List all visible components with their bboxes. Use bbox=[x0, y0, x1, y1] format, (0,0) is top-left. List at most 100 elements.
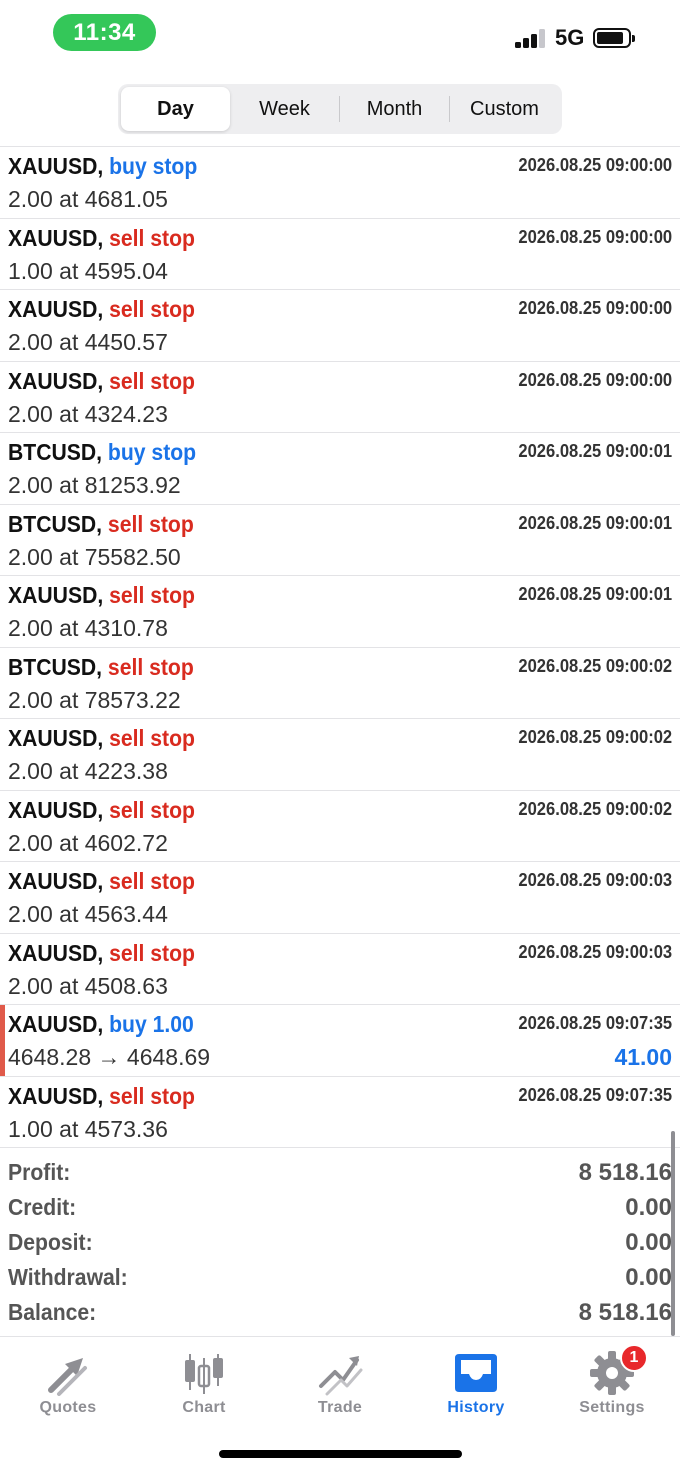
order-symbol: XAUUSD bbox=[8, 796, 98, 823]
order-symbol: XAUUSD bbox=[8, 725, 98, 751]
order-time: 2026.08.25 09:07:35 bbox=[518, 1084, 672, 1105]
history-row[interactable]: XAUUSD, buy stop 2026.08.25 09:00:00 2.00 … bbox=[0, 147, 680, 219]
tab-label: Chart bbox=[182, 1399, 226, 1416]
order-detail: 2.00 at 4508.63 bbox=[8, 972, 168, 999]
history-row[interactable]: XAUUSD, sell stop 2026.08.25 09:00:00 2.00… bbox=[0, 362, 680, 433]
history-list: XAUUSD, buy stop 2026.08.25 09:00:00 2.00 … bbox=[0, 146, 680, 1148]
order-direction: sell stop bbox=[109, 868, 195, 894]
summary-credit-row: Credit: 0.00 bbox=[0, 1192, 680, 1227]
period-tab-custom[interactable]: Custom bbox=[450, 87, 559, 131]
history-row[interactable]: BTCUSD, sell stop 2026.08.25 09:00:01 2.00… bbox=[0, 505, 680, 576]
order-symbol: XAUUSD bbox=[8, 868, 98, 894]
order-title: XAUUSD, sell stop bbox=[8, 797, 195, 824]
history-row[interactable]: XAUUSD, sell stop 2026.08.25 09:00:00 1.00… bbox=[0, 219, 680, 290]
tab-settings[interactable]: Settings 1 bbox=[544, 1338, 680, 1428]
order-detail: 2.00 at 4310.78 bbox=[8, 615, 168, 641]
chart-icon bbox=[185, 1354, 223, 1394]
order-time: 2026.08.25 09:00:01 bbox=[518, 441, 672, 461]
history-row[interactable]: XAUUSD, sell stop 2026.08.25 09:00:02 2.00… bbox=[0, 791, 680, 862]
order-symbol: BTCUSD bbox=[8, 439, 97, 465]
period-tab-day[interactable]: Day bbox=[121, 87, 230, 131]
period-tab-week[interactable]: Week bbox=[230, 87, 339, 131]
tab-history[interactable]: History bbox=[408, 1338, 544, 1428]
order-direction: sell stop bbox=[109, 582, 195, 608]
profit-value: 8 518.16 bbox=[578, 1159, 672, 1186]
tab-label: Quotes bbox=[39, 1399, 97, 1416]
summary-profit-row: Profit: 8 518.16 bbox=[0, 1157, 680, 1192]
deposit-label: Deposit: bbox=[8, 1229, 93, 1255]
order-symbol: XAUUSD bbox=[8, 1011, 98, 1037]
history-row[interactable]: XAUUSD, sell stop 2026.08.25 09:00:03 2.00… bbox=[0, 862, 680, 934]
scrollbar[interactable] bbox=[671, 1131, 675, 1336]
order-symbol: XAUUSD bbox=[8, 1082, 98, 1109]
cellular-signal-icon bbox=[515, 28, 547, 48]
history-row[interactable]: XAUUSD, sell stop 2026.08.25 09:07:35 1.00… bbox=[0, 1077, 680, 1148]
title-separator: , bbox=[97, 296, 110, 322]
title-separator: , bbox=[97, 1011, 110, 1037]
history-row[interactable]: XAUUSD, buy 1.00 2026.08.25 09:07:35 4648.… bbox=[0, 1005, 680, 1077]
order-profit: 41.00 bbox=[614, 1044, 672, 1070]
tab-quotes[interactable]: Quotes bbox=[0, 1338, 136, 1428]
order-direction: sell stop bbox=[109, 224, 195, 251]
order-symbol: XAUUSD bbox=[8, 153, 98, 179]
order-time: 2026.08.25 09:00:01 bbox=[518, 584, 672, 604]
order-detail: 2.00 at 4563.44 bbox=[8, 901, 168, 927]
history-icon bbox=[455, 1354, 497, 1392]
order-detail: 1.00 at 4573.36 bbox=[8, 1115, 168, 1142]
order-direction: sell stop bbox=[107, 510, 194, 537]
order-detail: 2.00 at 75582.50 bbox=[8, 543, 181, 570]
order-direction: buy stop bbox=[109, 153, 198, 179]
order-detail: 2.00 at 4602.72 bbox=[8, 829, 168, 856]
period-tab-month[interactable]: Month bbox=[340, 87, 449, 131]
order-detail: 2.00 at 81253.92 bbox=[8, 472, 181, 498]
order-direction: sell stop bbox=[109, 796, 195, 823]
title-separator: , bbox=[97, 939, 110, 966]
order-direction: sell stop bbox=[109, 367, 195, 394]
order-direction: buy stop bbox=[107, 439, 197, 465]
order-detail: 2.00 at 78573.22 bbox=[8, 686, 181, 713]
order-direction: buy 1.00 bbox=[109, 1011, 194, 1037]
history-row[interactable]: BTCUSD, buy stop 2026.08.25 09:00:01 2.00 … bbox=[0, 433, 680, 505]
quotes-icon bbox=[48, 1358, 87, 1396]
order-title: BTCUSD, buy stop bbox=[8, 439, 196, 466]
history-row[interactable]: XAUUSD, sell stop 2026.08.25 09:00:00 2.00… bbox=[0, 290, 680, 362]
title-separator: , bbox=[97, 868, 110, 894]
title-separator: , bbox=[97, 224, 110, 251]
history-row[interactable]: XAUUSD, sell stop 2026.08.25 09:00:03 2.00… bbox=[0, 934, 680, 1005]
title-separator: , bbox=[97, 725, 110, 751]
trade-icon bbox=[319, 1356, 363, 1396]
tab-label: Trade bbox=[317, 1399, 363, 1416]
order-direction: sell stop bbox=[109, 1082, 195, 1109]
tab-bar: Quotes Chart Trade History Settings 1 bbox=[0, 1338, 680, 1428]
period-selector: Day Week Month Custom bbox=[118, 84, 562, 134]
order-time: 2026.08.25 09:00:02 bbox=[518, 798, 672, 819]
title-separator: , bbox=[96, 439, 108, 465]
title-separator: , bbox=[96, 510, 108, 537]
profit-label: Profit: bbox=[8, 1159, 71, 1185]
history-row[interactable]: XAUUSD, sell stop 2026.08.25 09:00:01 2.00… bbox=[0, 576, 680, 648]
history-row[interactable]: BTCUSD, sell stop 2026.08.25 09:00:02 2.00… bbox=[0, 648, 680, 719]
history-row[interactable]: XAUUSD, sell stop 2026.08.25 09:00:02 2.00… bbox=[0, 719, 680, 791]
order-time: 2026.08.25 09:00:03 bbox=[518, 941, 672, 962]
title-separator: , bbox=[97, 796, 110, 823]
status-time: 11:34 bbox=[53, 14, 156, 51]
tab-trade[interactable]: Trade bbox=[272, 1338, 408, 1428]
order-time: 2026.08.25 09:00:00 bbox=[518, 226, 672, 247]
order-direction: sell stop bbox=[109, 725, 195, 751]
tab-label: History bbox=[447, 1399, 505, 1416]
order-title: BTCUSD, sell stop bbox=[8, 511, 194, 538]
order-time: 2026.08.25 09:00:03 bbox=[518, 870, 672, 890]
status-bar: 11:34 5G bbox=[0, 0, 680, 70]
tab-label: Settings bbox=[579, 1399, 645, 1416]
order-direction: sell stop bbox=[109, 296, 195, 322]
order-time: 2026.08.25 09:07:35 bbox=[518, 1013, 672, 1033]
home-indicator[interactable] bbox=[219, 1450, 462, 1458]
network-type: 5G bbox=[555, 25, 585, 50]
order-detail: 2.00 at 4450.57 bbox=[8, 329, 168, 355]
order-title: XAUUSD, sell stop bbox=[8, 940, 195, 967]
order-symbol: XAUUSD bbox=[8, 939, 98, 966]
order-title: XAUUSD, sell stop bbox=[8, 225, 195, 252]
tab-chart[interactable]: Chart bbox=[136, 1338, 272, 1428]
order-detail: 4648.28 → 4648.69 bbox=[8, 1044, 211, 1070]
order-title: XAUUSD, sell stop bbox=[8, 368, 195, 395]
